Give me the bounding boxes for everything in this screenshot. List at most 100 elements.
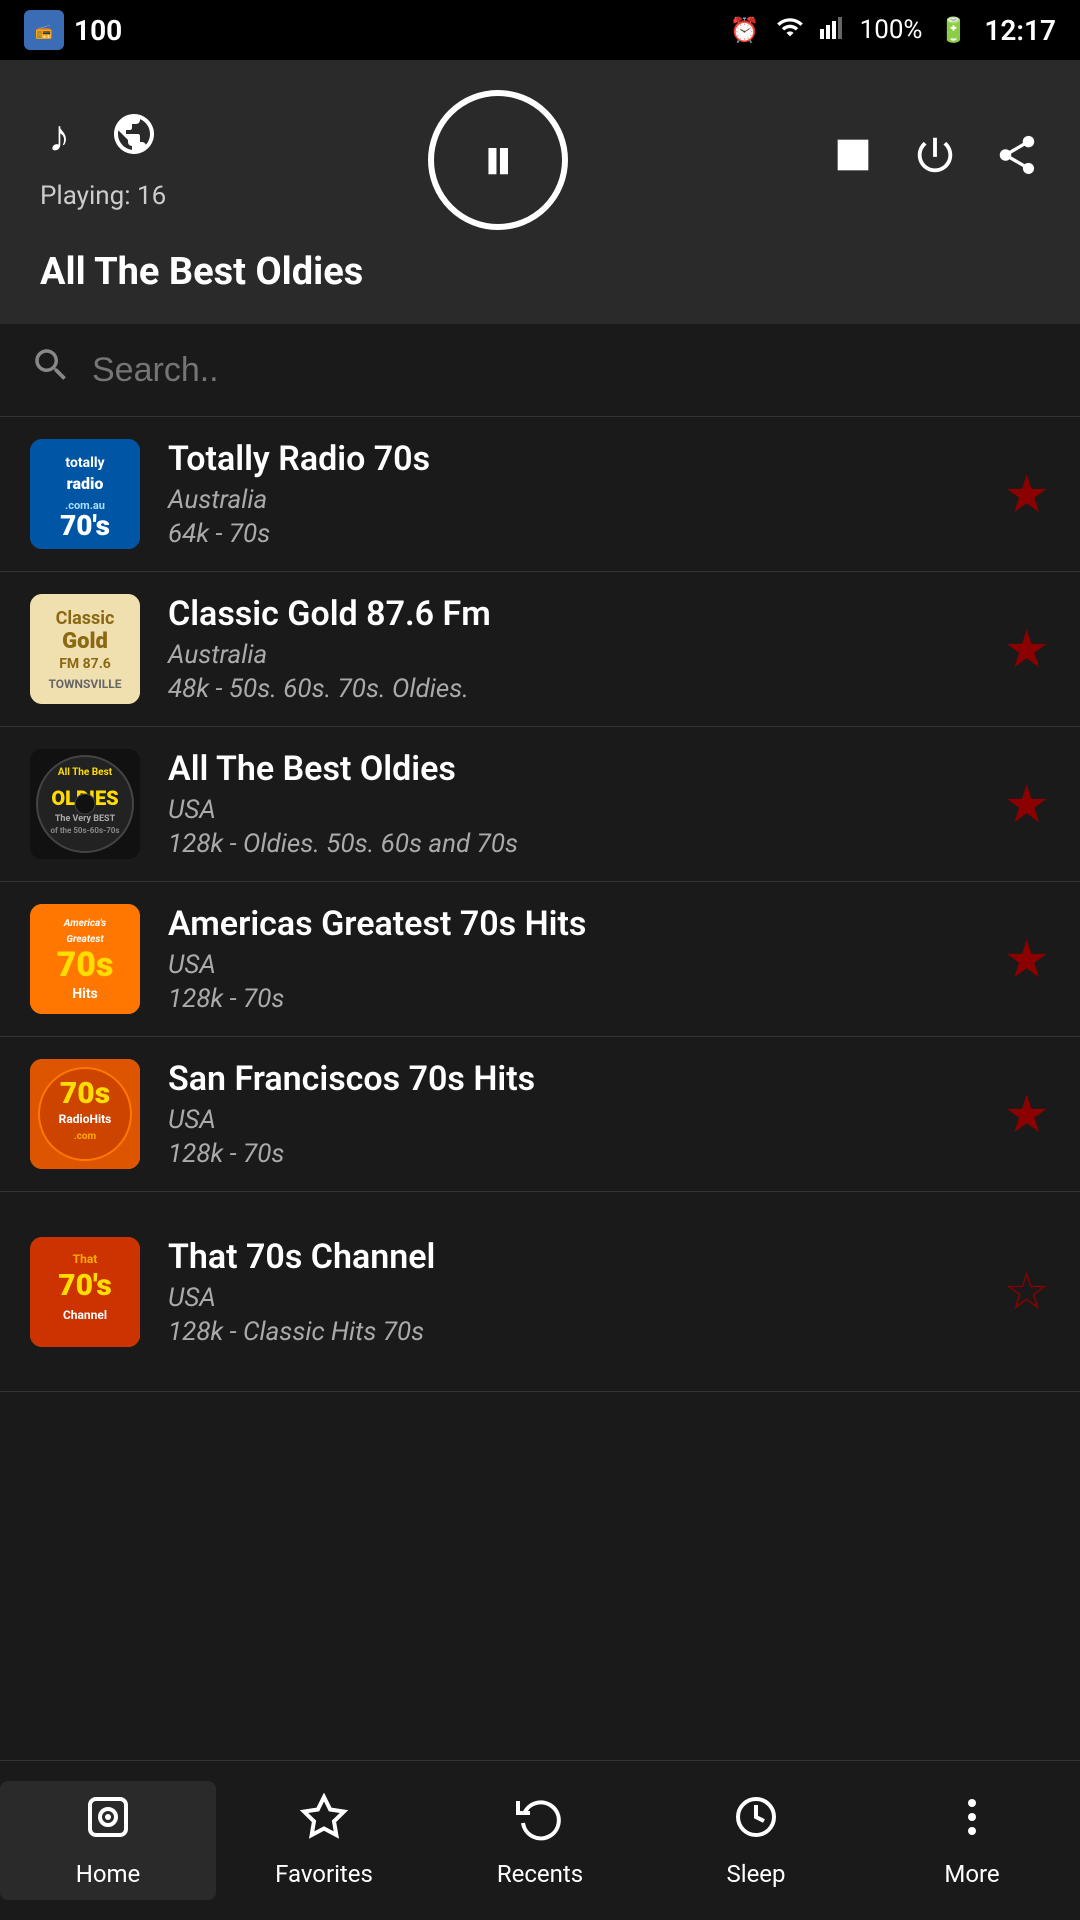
- svg-text:Hits: Hits: [72, 986, 98, 1002]
- svg-text:totally: totally: [65, 455, 105, 471]
- station-details: 128k - Oldies. 50s. 60s and 70s: [168, 829, 983, 859]
- svg-text:.com: .com: [74, 1131, 97, 1142]
- station-name: Americas Greatest 70s Hits: [168, 904, 983, 944]
- station-info: All The Best Oldies USA 128k - Oldies. 5…: [168, 749, 983, 859]
- station-info: San Franciscos 70s Hits USA 128k - 70s: [168, 1059, 983, 1169]
- share-icon[interactable]: [994, 132, 1040, 189]
- stop-icon[interactable]: [830, 132, 876, 189]
- station-name: All The Best Oldies: [168, 749, 983, 789]
- battery-icon: 🔋: [938, 16, 968, 44]
- status-time: 12:17: [984, 14, 1056, 47]
- station-logo: Classic Gold FM 87.6 TOWNSVILLE: [30, 594, 140, 704]
- station-item[interactable]: 70s RadioHits .com San Franciscos 70s Hi…: [0, 1037, 1080, 1192]
- pause-button[interactable]: ⏸: [428, 90, 568, 230]
- nav-sleep[interactable]: Sleep: [648, 1793, 864, 1888]
- signal-icon: [820, 13, 844, 47]
- status-bar: 📻 100 ⏰ 100% 🔋 12:17: [0, 0, 1080, 60]
- station-details: 128k - 70s: [168, 984, 983, 1014]
- svg-text:RadioHits: RadioHits: [59, 1112, 112, 1126]
- nav-favorites-label: Favorites: [275, 1860, 373, 1888]
- station-logo: America's Greatest 70s Hits: [30, 904, 140, 1014]
- station-item[interactable]: totally radio .com.au 70's Totally Radio…: [0, 417, 1080, 572]
- station-item[interactable]: That 70's Channel That 70s Channel USA 1…: [0, 1192, 1080, 1392]
- station-name: San Franciscos 70s Hits: [168, 1059, 983, 1099]
- player-right-section: [830, 132, 1040, 189]
- svg-text:America's: America's: [63, 918, 106, 929]
- globe-icon[interactable]: [110, 110, 158, 169]
- status-right: ⏰ 100% 🔋 12:17: [730, 13, 1056, 47]
- favorite-star[interactable]: ☆: [1003, 1261, 1050, 1322]
- station-name: Classic Gold 87.6 Fm: [168, 594, 983, 634]
- station-details: 128k - 70s: [168, 1139, 983, 1169]
- station-country: USA: [168, 1105, 983, 1135]
- svg-text:The Very BEST: The Very BEST: [55, 814, 116, 824]
- svg-text:That: That: [73, 1252, 98, 1266]
- station-details: 48k - 50s. 60s. 70s. Oldies.: [168, 674, 983, 704]
- svg-text:70s: 70s: [60, 1076, 110, 1111]
- station-country: USA: [168, 795, 983, 825]
- nav-recents[interactable]: Recents: [432, 1793, 648, 1888]
- station-country: Australia: [168, 640, 983, 670]
- favorite-star[interactable]: ★: [1003, 1084, 1050, 1145]
- alarm-icon: ⏰: [730, 16, 760, 44]
- search-bar: [30, 344, 1050, 396]
- more-icon: [948, 1793, 996, 1852]
- nav-more[interactable]: More: [864, 1793, 1080, 1888]
- station-country: USA: [168, 1283, 983, 1313]
- svg-text:radio: radio: [67, 474, 104, 493]
- svg-text:70's: 70's: [58, 1268, 111, 1303]
- station-country: USA: [168, 950, 983, 980]
- svg-text:Classic: Classic: [56, 608, 115, 629]
- search-input[interactable]: [92, 351, 1050, 390]
- svg-text:Gold: Gold: [62, 629, 108, 654]
- station-logo: That 70's Channel: [30, 1237, 140, 1347]
- nav-home-label: Home: [76, 1860, 141, 1888]
- nav-favorites[interactable]: Favorites: [216, 1793, 432, 1888]
- svg-text:of the 50s-60s-70s: of the 50s-60s-70s: [50, 826, 119, 835]
- station-logo: 70s RadioHits .com: [30, 1059, 140, 1169]
- player-left-section: ♪ Playing: 16: [40, 110, 166, 211]
- search-container: [0, 324, 1080, 417]
- station-name: That 70s Channel: [168, 1237, 983, 1277]
- svg-text:TOWNSVILLE: TOWNSVILLE: [49, 677, 122, 691]
- station-item[interactable]: Classic Gold FM 87.6 TOWNSVILLE Classic …: [0, 572, 1080, 727]
- favorites-icon: [300, 1793, 348, 1852]
- favorite-star[interactable]: ★: [1003, 619, 1050, 680]
- favorite-star[interactable]: ★: [1003, 929, 1050, 990]
- recents-icon: [516, 1793, 564, 1852]
- player-header: ♪ Playing: 16 ⏸: [0, 60, 1080, 324]
- nav-home[interactable]: Home: [0, 1781, 216, 1900]
- pause-icon: ⏸: [482, 128, 514, 192]
- station-logo: totally radio .com.au 70's: [30, 439, 140, 549]
- home-icon: [84, 1793, 132, 1852]
- playing-text: Playing: 16: [40, 181, 166, 211]
- favorite-star[interactable]: ★: [1003, 774, 1050, 835]
- svg-text:Greatest: Greatest: [66, 934, 104, 945]
- svg-text:70's: 70's: [60, 509, 110, 542]
- status-left: 📻 100: [24, 10, 122, 50]
- music-note-icon[interactable]: ♪: [48, 110, 70, 169]
- station-info: Americas Greatest 70s Hits USA 128k - 70…: [168, 904, 983, 1014]
- bottom-nav: Home Favorites Recents Sleep: [0, 1760, 1080, 1920]
- svg-text:All The Best: All The Best: [58, 767, 113, 778]
- svg-text:Channel: Channel: [63, 1308, 107, 1322]
- app-icon: 📻: [24, 10, 64, 50]
- nav-more-label: More: [944, 1860, 999, 1888]
- nav-recents-label: Recents: [497, 1860, 583, 1888]
- svg-text:70s: 70s: [57, 945, 114, 985]
- svg-text:FM 87.6: FM 87.6: [59, 656, 111, 672]
- station-item[interactable]: All The Best OLDIES The Very BEST of the…: [0, 727, 1080, 882]
- station-details: 128k - Classic Hits 70s: [168, 1317, 983, 1347]
- battery-text: 100%: [860, 15, 923, 45]
- station-logo: All The Best OLDIES The Very BEST of the…: [30, 749, 140, 859]
- search-icon: [30, 344, 72, 396]
- status-number: 100: [74, 14, 122, 47]
- station-name: Totally Radio 70s: [168, 439, 983, 479]
- power-icon[interactable]: [912, 132, 958, 189]
- station-country: Australia: [168, 485, 983, 515]
- nav-sleep-label: Sleep: [726, 1860, 785, 1888]
- favorite-star[interactable]: ★: [1003, 464, 1050, 525]
- wifi-icon: [776, 13, 804, 47]
- svg-text:📻: 📻: [35, 24, 52, 40]
- station-item[interactable]: America's Greatest 70s Hits Americas Gre…: [0, 882, 1080, 1037]
